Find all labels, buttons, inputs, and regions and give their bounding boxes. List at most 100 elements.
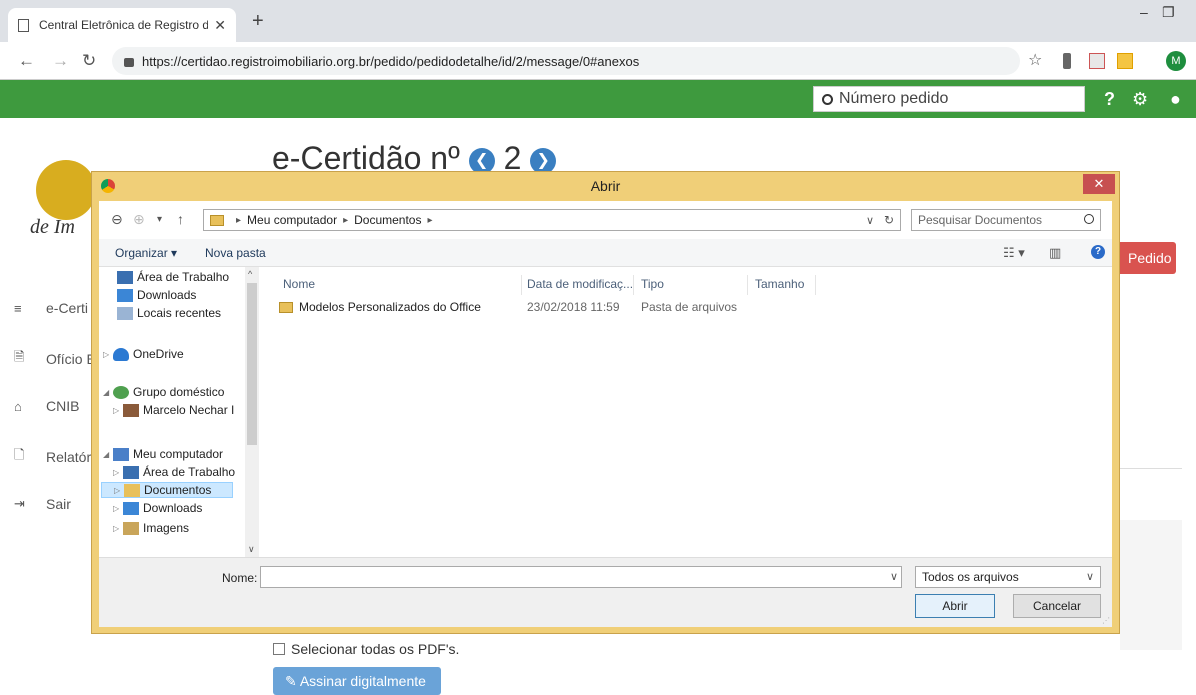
column-header-modified[interactable]: Data de modificaç... — [523, 277, 633, 295]
sidebar-item-relatorios[interactable]: 🗋 Relatór — [14, 446, 91, 468]
extension-icon[interactable] — [1063, 53, 1071, 69]
resize-grip-icon[interactable]: ⋰ — [1102, 616, 1110, 625]
tree-item-desktop-fav[interactable]: Área de Trabalho — [117, 270, 229, 284]
tree-item-user[interactable]: ▷ Marcelo Nechar I — [113, 403, 234, 417]
file-type: Pasta de arquivos — [641, 300, 738, 314]
file-type-select[interactable]: Todos os arquivos ∨ — [915, 566, 1101, 588]
sign-digitally-button[interactable]: ✎ Assinar digitalmente — [273, 667, 441, 695]
refresh-icon[interactable]: ↻ — [884, 213, 894, 227]
sidebar-item-sair[interactable]: ⇥ Sair — [14, 496, 71, 512]
scroll-up-icon[interactable]: ^ — [248, 269, 252, 279]
dialog-body: ⊖ ⊕ ▾ ↑ ▸ Meu computador ▸ Documentos ▸ … — [99, 201, 1112, 627]
divider — [1120, 468, 1182, 469]
tree-item-homegroup[interactable]: ◢ Grupo doméstico — [103, 385, 224, 399]
up-arrow-icon[interactable]: ↑ — [177, 211, 184, 227]
computer-icon — [113, 447, 129, 461]
path-bar[interactable]: ▸ Meu computador ▸ Documentos ▸ ∨ ↻ — [203, 209, 901, 231]
restore-button[interactable]: ❐ — [1162, 4, 1175, 21]
cancel-button[interactable]: Cancelar — [1013, 594, 1101, 618]
sidebar-item-cnib[interactable]: ⌂ CNIB — [14, 398, 79, 414]
recent-dropdown-icon[interactable]: ▾ — [157, 214, 162, 225]
profile-avatar[interactable]: M — [1166, 51, 1186, 71]
order-search-input[interactable]: Número pedido — [813, 86, 1085, 112]
content-panel — [1120, 520, 1182, 650]
sidebar-item-label: e-Certi — [46, 300, 89, 316]
homegroup-icon — [113, 385, 129, 399]
column-header-size[interactable]: Tamanho — [751, 277, 804, 295]
file-name-input[interactable] — [260, 566, 902, 588]
chevron-down-icon: ∨ — [1085, 571, 1094, 583]
back-arrow-icon[interactable]: ⊖ — [111, 211, 123, 228]
organize-button[interactable]: Organizar ▾ — [115, 246, 177, 260]
scrollbar-thumb[interactable] — [247, 283, 257, 445]
file-icon: 🗋 — [14, 447, 25, 462]
lock-icon — [124, 57, 134, 67]
next-order-icon[interactable]: ❯ — [530, 147, 557, 174]
column-header-type[interactable]: Tipo — [637, 277, 664, 295]
forward-icon[interactable]: → — [52, 51, 69, 71]
forward-arrow-icon[interactable]: ⊕ — [133, 211, 145, 228]
preview-pane-icon[interactable]: ▥ — [1049, 245, 1061, 261]
reload-icon[interactable]: ↻ — [82, 51, 96, 71]
open-file-dialog: Abrir ✕ ⊖ ⊕ ▾ ↑ ▸ Meu computador ▸ Docum… — [91, 171, 1120, 634]
sidebar-item-oficio[interactable]: 🗎 Ofício E — [14, 348, 96, 370]
back-icon[interactable]: ← — [18, 51, 35, 71]
previous-order-icon[interactable]: ❮ — [468, 147, 495, 174]
tree-item-onedrive[interactable]: ▷ OneDrive — [103, 347, 184, 361]
tree-item-downloads-fav[interactable]: Downloads — [117, 288, 196, 302]
downloads-icon — [117, 288, 133, 302]
new-folder-button[interactable]: Nova pasta — [205, 246, 266, 260]
help-icon[interactable]: ? — [1104, 89, 1115, 110]
file-type-value: Todos os arquivos — [922, 570, 1019, 584]
search-icon — [822, 93, 833, 105]
user-icon[interactable]: ● — [1170, 89, 1181, 110]
recent-places-icon — [117, 306, 133, 320]
file-list: Nome Data de modificaç... Tipo Tamanho M… — [259, 267, 1112, 557]
tree-item-desktop[interactable]: ▷ Área de Trabalho — [113, 465, 235, 479]
logout-icon: ⇥ — [14, 496, 25, 511]
breadcrumb-computer[interactable]: Meu computador — [247, 213, 337, 227]
tree-item-downloads[interactable]: ▷ Downloads — [113, 501, 202, 515]
file-name-dropdown-icon[interactable]: ∨ — [890, 570, 898, 583]
open-button[interactable]: Abrir — [915, 594, 995, 618]
address-bar[interactable]: https://certidao.registroimobiliario.org… — [112, 47, 1020, 75]
tab-close-icon[interactable]: ✕ — [214, 17, 226, 34]
select-all-checkbox[interactable] — [273, 643, 285, 655]
site-header: Número pedido ? ⚙ ● — [0, 80, 1196, 118]
tree-item-documents[interactable]: ▷ Documentos — [101, 482, 233, 498]
sidebar-item-ecertidao[interactable]: ≡ e-Certi — [14, 300, 88, 316]
grid-extension-icon[interactable] — [1117, 53, 1133, 69]
minimize-button[interactable]: – — [1140, 4, 1148, 20]
dialog-close-button[interactable]: ✕ — [1083, 174, 1115, 194]
pdf-extension-icon[interactable] — [1089, 53, 1105, 69]
scroll-down-icon[interactable]: ∨ — [248, 544, 255, 555]
sidebar-item-label: Sair — [46, 496, 71, 512]
tree-item-recent[interactable]: Locais recentes — [117, 306, 221, 320]
dialog-search-placeholder: Pesquisar Documentos — [918, 213, 1043, 227]
navigation-bar: ⊖ ⊕ ▾ ↑ ▸ Meu computador ▸ Documentos ▸ … — [99, 201, 1112, 239]
order-search-placeholder: Número pedido — [839, 90, 949, 107]
tree-scrollbar[interactable]: ^ ∨ — [245, 267, 259, 557]
bookmark-star-icon[interactable]: ☆ — [1028, 50, 1044, 69]
pedido-button[interactable]: Pedido — [1118, 242, 1176, 274]
column-header-name[interactable]: Nome — [279, 277, 315, 295]
dialog-search-input[interactable]: Pesquisar Documentos — [911, 209, 1101, 231]
page-icon — [18, 18, 29, 32]
breadcrumb-documents[interactable]: Documentos — [354, 213, 421, 227]
dialog-title: Abrir — [590, 178, 621, 194]
settings-gears-icon[interactable]: ⚙ — [1132, 89, 1148, 110]
command-bar: Organizar ▾ Nova pasta ☷ ▾ ▥ ? — [99, 239, 1112, 267]
folder-icon — [279, 302, 293, 314]
new-tab-button[interactable]: + — [252, 10, 264, 33]
tree-item-computer[interactable]: ◢ Meu computador — [103, 447, 223, 461]
help-icon[interactable]: ? — [1091, 245, 1105, 259]
view-options-icon[interactable]: ☷ ▾ — [1003, 245, 1025, 261]
onedrive-icon — [113, 347, 129, 361]
path-dropdown-icon[interactable]: ∨ — [866, 214, 874, 227]
tree-item-images[interactable]: ▷ Imagens — [113, 521, 189, 535]
url-text: https://certidao.registroimobiliario.org… — [142, 53, 640, 69]
browser-tab[interactable]: Central Eletrônica de Registro de ✕ — [8, 8, 236, 42]
select-all-pdfs[interactable]: Selecionar todas os PDF's. — [273, 641, 459, 657]
logo-text: de Im — [30, 216, 75, 238]
home-icon: ⌂ — [14, 398, 22, 414]
